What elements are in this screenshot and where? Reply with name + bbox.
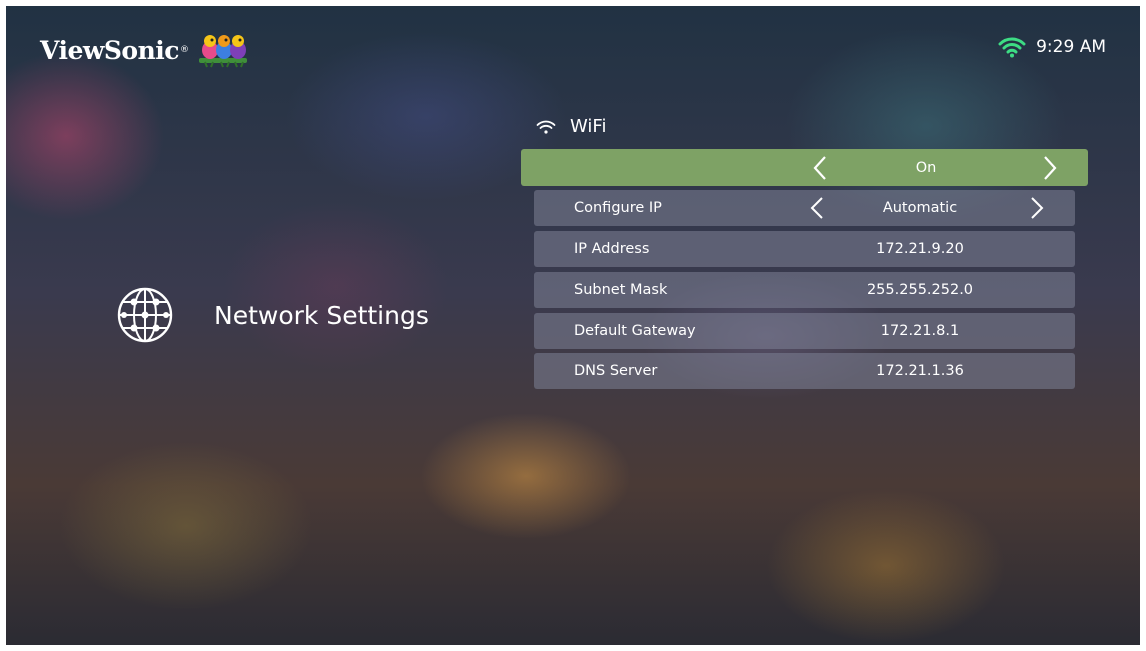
dns-server-value: 172.21.1.36 [876,363,964,379]
wifi-section-header: WiFi [536,116,606,137]
viewsonic-logo: ViewSonic ® [40,30,249,70]
dns-server-label: DNS Server [574,363,658,379]
chevron-right-icon[interactable] [1043,155,1057,181]
brand-name: ViewSonic [40,35,180,65]
page-title: Network Settings [214,300,429,330]
wifi-title: WiFi [570,116,607,137]
network-settings-heading: Network Settings [116,286,429,344]
configure-ip-row[interactable]: Configure IP Automatic [534,190,1075,226]
screen: ViewSonic ® 9:29 AM Network Settings WiF… [6,6,1140,645]
chevron-left-icon[interactable] [813,155,827,181]
dns-server-row: DNS Server 172.21.1.36 [534,353,1075,389]
wifi-toggle-value: On [915,159,937,176]
subnet-mask-value: 255.255.252.0 [866,282,974,298]
status-bar: 9:29 AM [998,36,1106,58]
configure-ip-label: Configure IP [574,200,662,216]
subnet-mask-row: Subnet Mask 255.255.252.0 [534,272,1075,308]
clock-time: 9:29 AM [1036,37,1106,57]
default-gateway-value: 172.21.8.1 [880,323,960,339]
ip-address-label: IP Address [574,241,650,257]
subnet-mask-label: Subnet Mask [574,282,668,298]
wifi-status-icon [998,36,1026,58]
chevron-right-icon[interactable] [1030,196,1044,220]
default-gateway-row: Default Gateway 172.21.8.1 [534,313,1075,349]
ip-address-value: 172.21.9.20 [876,241,964,257]
birds-logo-icon [199,35,248,68]
brand-registered-mark: ® [180,45,190,55]
globe-icon [116,286,174,344]
default-gateway-label: Default Gateway [574,323,696,339]
wifi-icon [536,119,556,135]
ip-address-row: IP Address 172.21.9.20 [534,231,1075,267]
configure-ip-value: Automatic [882,200,958,216]
wifi-toggle-row[interactable]: On [521,149,1088,186]
